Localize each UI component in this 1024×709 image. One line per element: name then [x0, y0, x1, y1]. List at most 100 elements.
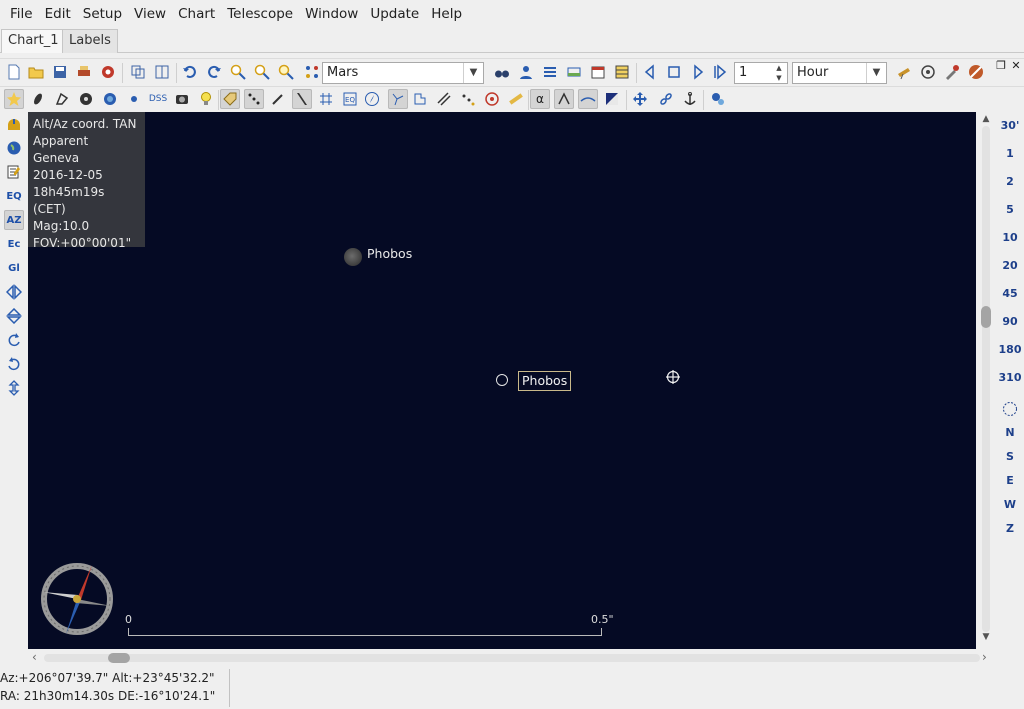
tools-icon[interactable] [942, 62, 962, 82]
show-ecliptic-icon[interactable] [434, 89, 454, 109]
ecliptic-coordinates-button[interactable]: Ec [4, 234, 24, 254]
menu-telescope[interactable]: Telescope [221, 0, 299, 28]
horizontal-scroll-track[interactable] [44, 654, 980, 662]
telescope-icon[interactable] [894, 62, 914, 82]
tab-chart-1[interactable]: Chart_1 [1, 29, 66, 53]
show-milkyway-icon[interactable] [292, 89, 312, 109]
search-object-icon[interactable] [276, 62, 296, 82]
fov-5-button[interactable]: 5 [996, 203, 1024, 216]
vertical-scrollbar[interactable]: ▲ ▼ [976, 112, 996, 649]
zoom-out-icon[interactable] [252, 62, 272, 82]
link-icon[interactable] [656, 89, 676, 109]
fov-310-button[interactable]: 310 [996, 371, 1024, 384]
vertical-scroll-thumb[interactable] [981, 306, 991, 328]
save-icon[interactable] [50, 62, 70, 82]
print-icon[interactable] [74, 62, 94, 82]
sky-chart[interactable]: Alt/Az coord. TAN Apparent Geneva 2016-1… [28, 112, 976, 649]
notes-icon[interactable] [4, 162, 24, 182]
crosshair-target-icon[interactable] [918, 62, 938, 82]
show-boundaries-icon[interactable] [410, 89, 430, 109]
show-marks-icon[interactable] [244, 89, 264, 109]
step-backward-icon[interactable] [640, 62, 660, 82]
eq-coordinates-button[interactable]: EQ [4, 186, 24, 206]
image-archive-icon[interactable] [172, 89, 192, 109]
fov-1-button[interactable]: 1 [996, 147, 1024, 160]
phobos-boxed-label[interactable]: Phobos [518, 371, 572, 391]
lightbulb-icon[interactable] [196, 89, 216, 109]
fov-2-button[interactable]: 2 [996, 175, 1024, 188]
undo-icon[interactable] [180, 62, 200, 82]
binoculars-icon[interactable] [492, 62, 512, 82]
dss-image-button[interactable]: DSS [146, 89, 170, 109]
menu-edit[interactable]: Edit [39, 0, 77, 28]
object-search-combo[interactable]: Mars ▼ [322, 62, 484, 84]
show-asterisms-icon[interactable] [458, 89, 478, 109]
menu-chart[interactable]: Chart [172, 0, 221, 28]
west-button[interactable]: W [996, 498, 1024, 511]
measure-ruler-icon[interactable] [506, 89, 526, 109]
show-eq-grid-icon[interactable]: EQ [340, 89, 360, 109]
spin-down-icon[interactable]: ▼ [771, 73, 787, 83]
show-constellations-icon[interactable] [388, 89, 408, 109]
tab-labels[interactable]: Labels [62, 29, 118, 53]
scroll-up-icon[interactable]: ▲ [980, 114, 992, 124]
menu-window[interactable]: Window [299, 0, 364, 28]
phobos-planet[interactable] [344, 248, 362, 266]
show-horizon-icon[interactable] [578, 89, 598, 109]
compass-rose-icon[interactable] [362, 89, 382, 109]
show-nebulae-icon[interactable] [28, 89, 48, 109]
phobos-label[interactable]: Phobos [367, 246, 412, 261]
time-unit-combo[interactable]: Hour ▼ [792, 62, 887, 84]
show-asteroids-icon[interactable] [124, 89, 144, 109]
observer-location-icon[interactable] [516, 62, 536, 82]
chevron-down-icon[interactable]: ▼ [463, 63, 483, 83]
scroll-down-icon[interactable]: ▼ [980, 632, 992, 642]
stop-icon[interactable] [664, 62, 684, 82]
show-grid-icon[interactable] [316, 89, 336, 109]
night-vision-icon[interactable] [602, 89, 622, 109]
zenith-button[interactable]: Z [996, 522, 1024, 535]
greek-symbol-button[interactable]: α [530, 89, 550, 109]
step-forward-icon[interactable] [688, 62, 708, 82]
new-chart-icon[interactable] [4, 62, 24, 82]
calendar-icon[interactable] [588, 62, 608, 82]
show-lines-icon[interactable] [52, 89, 72, 109]
show-galaxy-icon[interactable] [76, 89, 96, 109]
menu-file[interactable]: File [4, 0, 39, 28]
time-step-spinbox[interactable]: 1 ▲ ▼ [734, 62, 788, 84]
scroll-right-icon[interactable]: › [982, 650, 987, 664]
horizontal-scroll-thumb[interactable] [108, 653, 130, 663]
flip-horizontal-icon[interactable] [4, 282, 24, 302]
observatory-icon[interactable] [4, 114, 24, 134]
flip-vertical-icon[interactable] [4, 306, 24, 326]
fov-45-button[interactable]: 45 [996, 287, 1024, 300]
object-list-icon[interactable] [540, 62, 560, 82]
show-object-names-icon[interactable] [554, 89, 574, 109]
time-table-icon[interactable] [612, 62, 632, 82]
fov-20-button[interactable]: 20 [996, 259, 1024, 272]
fov-180-button[interactable]: 180 [996, 343, 1024, 356]
horizon-icon[interactable] [564, 62, 584, 82]
move-arrows-icon[interactable] [630, 89, 650, 109]
zoom-in-icon[interactable] [228, 62, 248, 82]
solar-system-icon[interactable] [302, 62, 322, 82]
show-labels-icon[interactable] [220, 89, 240, 109]
fast-forward-icon[interactable] [710, 62, 730, 82]
menu-help[interactable]: Help [425, 0, 468, 28]
anchor-icon[interactable] [680, 89, 700, 109]
chevron-down-icon[interactable]: ▼ [866, 63, 886, 83]
horizontal-scrollbar[interactable]: ‹ › [28, 649, 996, 667]
south-button[interactable]: S [996, 450, 1024, 463]
show-planets-icon[interactable] [100, 89, 120, 109]
scroll-left-icon[interactable]: ‹ [32, 650, 37, 664]
rotate-right-icon[interactable] [4, 330, 24, 350]
vertical-scroll-track[interactable] [982, 126, 990, 632]
no-entry-icon[interactable] [966, 62, 986, 82]
duplicate-window-icon[interactable] [128, 62, 148, 82]
phobos-marker[interactable] [496, 374, 508, 386]
north-button[interactable]: N [996, 426, 1024, 439]
vertical-arrows-icon[interactable] [4, 378, 24, 398]
config-planets-icon[interactable] [708, 89, 728, 109]
fov-90-button[interactable]: 90 [996, 315, 1024, 328]
az-coordinates-button[interactable]: AZ [4, 210, 24, 230]
